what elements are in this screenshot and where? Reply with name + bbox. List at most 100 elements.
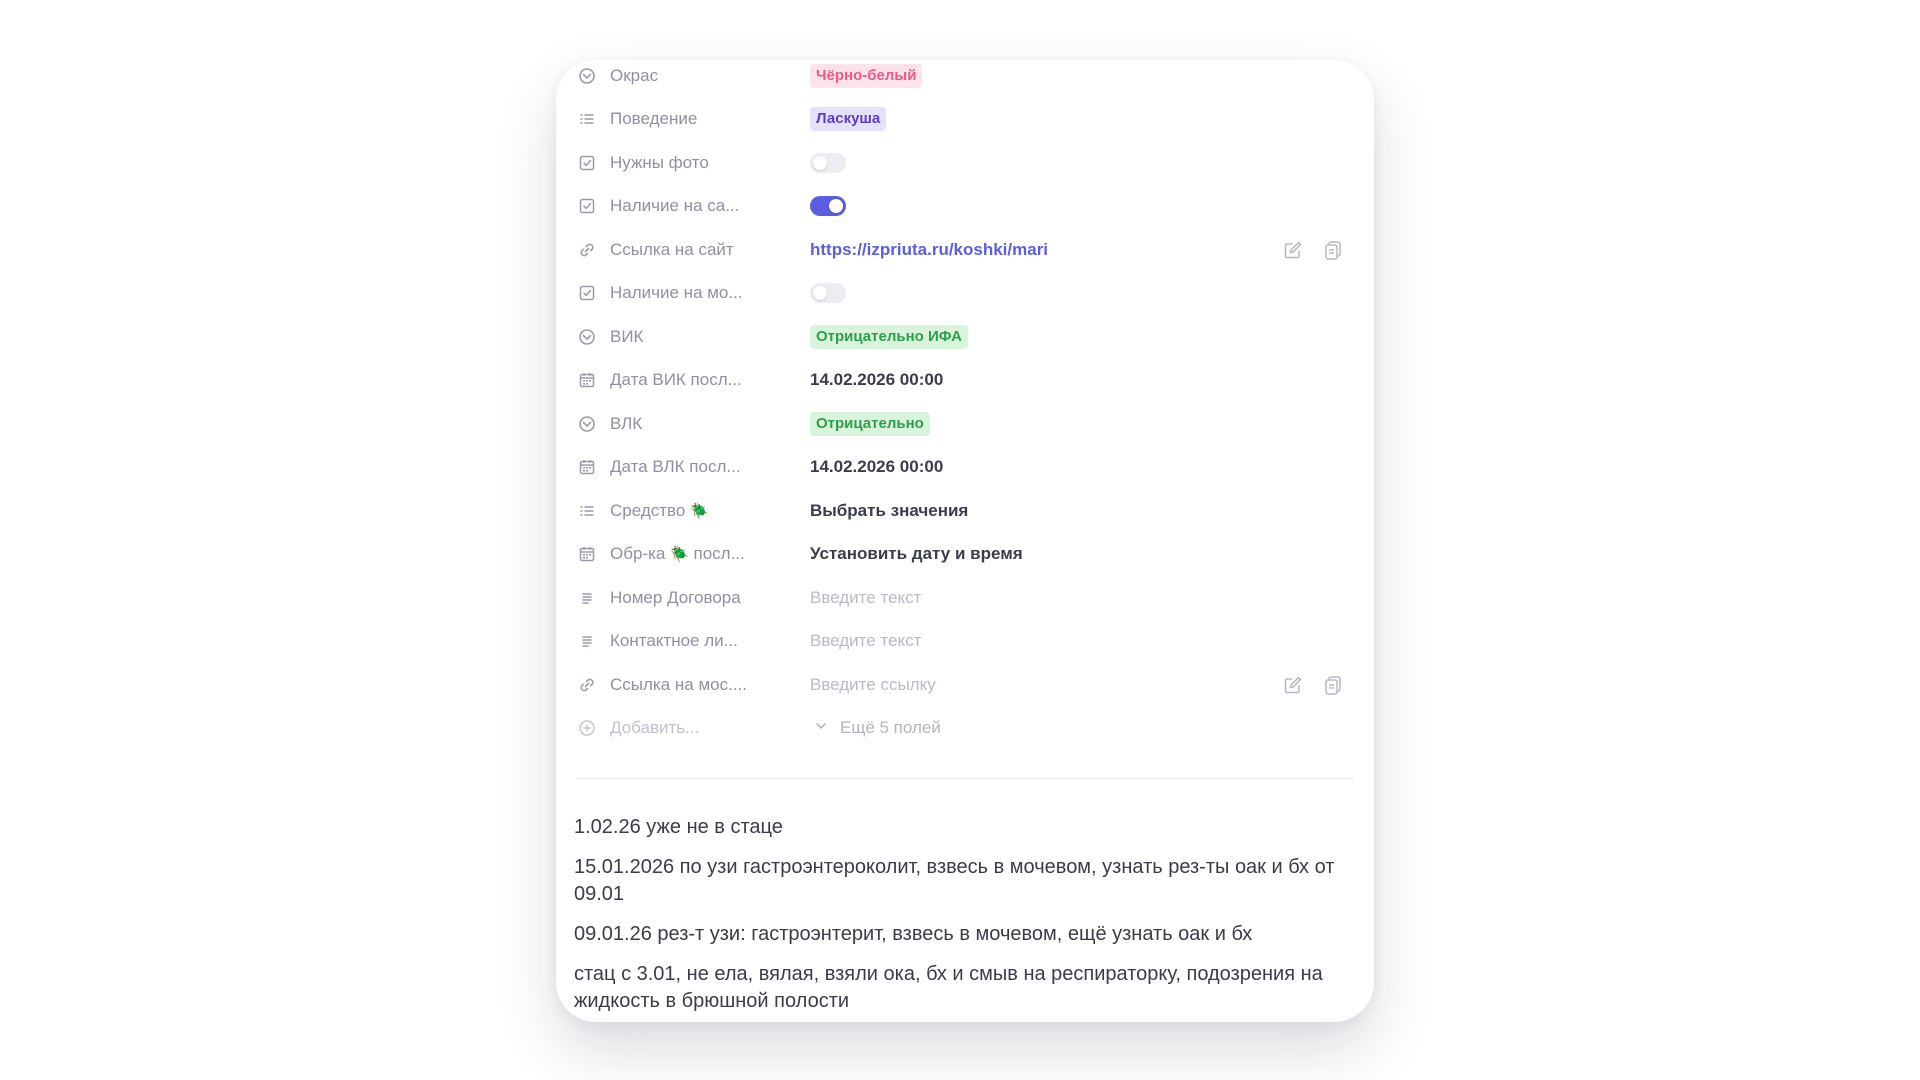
field-label: ВЛК <box>610 413 643 433</box>
link-actions <box>1282 239 1344 261</box>
field-label: Окрас <box>610 65 659 85</box>
field-row-vik[interactable]: ВИК Отрицательно ИФА <box>576 315 1354 359</box>
contact-input[interactable]: Введите текст <box>810 631 921 651</box>
field-value <box>810 196 1354 217</box>
field-label: Ссылка на мос.... <box>610 674 748 694</box>
vlk-tag[interactable]: Отрицательно <box>810 411 930 436</box>
on-mo-toggle[interactable] <box>810 283 846 304</box>
plus-circle-icon[interactable] <box>576 717 598 739</box>
field-value[interactable]: 14.02.2026 00:00 <box>810 457 1354 477</box>
checkbox-icon <box>576 152 598 174</box>
checkbox-icon <box>576 195 598 217</box>
field-label-text: Средство <box>610 500 686 520</box>
field-label: Нужны фото <box>610 152 709 172</box>
field-list: Окрас Чёрно-белый Поведение Ласкуша Нужн… <box>576 60 1354 750</box>
note-paragraph: 1.02.26 уже не в стаце <box>574 816 783 838</box>
field-value[interactable]: Введите текст <box>810 588 1354 608</box>
site-link[interactable]: https://izpriuta.ru/koshki/mari <box>810 240 1048 260</box>
checkbox-icon <box>576 282 598 304</box>
field-row-on-site[interactable]: Наличие на са... <box>576 185 1354 229</box>
color-tag[interactable]: Чёрно-белый <box>810 63 923 88</box>
field-row-behavior[interactable]: Поведение Ласкуша <box>576 98 1354 142</box>
field-row-okras[interactable]: Окрас Чёрно-белый <box>576 60 1354 98</box>
note-paragraph: 15.01.2026 по узи гастроэнтероколит, взв… <box>574 856 1335 905</box>
add-field-button[interactable]: Добавить... <box>610 718 770 738</box>
link-icon <box>576 239 598 261</box>
field-value[interactable]: Чёрно-белый <box>810 63 1354 88</box>
field-label: Дата ВЛК посл... <box>610 457 741 477</box>
field-row-contract[interactable]: Номер Договора Введите текст <box>576 576 1354 620</box>
field-value <box>810 283 1354 304</box>
field-value[interactable]: Введите текст <box>810 631 1354 651</box>
edit-icon[interactable] <box>1282 239 1304 261</box>
more-fields-label: Ещё 5 полей <box>840 718 941 738</box>
field-label-text: Обр-ка <box>610 544 666 564</box>
more-fields-toggle[interactable]: Ещё 5 полей <box>810 718 941 738</box>
note-paragraph: стац с 3.01, не ела, вялая, взяли ока, б… <box>574 963 1323 1012</box>
field-label: Наличие на са... <box>610 196 740 216</box>
vik-date-value[interactable]: 14.02.2026 00:00 <box>810 370 943 390</box>
status-icon <box>576 65 598 87</box>
link-icon <box>576 674 598 696</box>
record-card: Окрас Чёрно-белый Поведение Ласкуша Нужн… <box>556 60 1374 1022</box>
vlk-date-value[interactable]: 14.02.2026 00:00 <box>810 457 943 477</box>
field-label: ВИК <box>610 326 644 346</box>
field-row-on-mo[interactable]: Наличие на мо... <box>576 272 1354 316</box>
beetle-icon: 🪲 <box>690 502 709 520</box>
field-label: Наличие на мо... <box>610 283 743 303</box>
remedy-select[interactable]: Выбрать значения <box>810 501 968 521</box>
field-row-remedy[interactable]: Средство 🪲 Выбрать значения <box>576 489 1354 533</box>
field-value[interactable]: Отрицательно <box>810 411 1354 436</box>
field-row-contact[interactable]: Контактное ли... Введите текст <box>576 620 1354 664</box>
vik-tag[interactable]: Отрицательно ИФА <box>810 324 969 349</box>
field-label: Ссылка на сайт <box>610 239 734 259</box>
calendar-icon <box>576 456 598 478</box>
status-icon <box>576 326 598 348</box>
field-label: Контактное ли... <box>610 631 738 651</box>
list-icon <box>576 108 598 130</box>
field-label-suffix: посл... <box>693 544 745 564</box>
field-value: https://izpriuta.ru/koshki/mari <box>810 240 1354 260</box>
beetle-icon: 🪲 <box>670 546 689 564</box>
field-row-add: Добавить... Ещё 5 полей <box>576 707 1354 751</box>
list-icon <box>576 500 598 522</box>
calendar-icon <box>576 543 598 565</box>
field-row-mos-link[interactable]: Ссылка на мос.... Введите ссылку <box>576 663 1354 707</box>
edit-icon[interactable] <box>1282 674 1304 696</box>
field-value <box>810 152 1354 173</box>
on-site-toggle[interactable] <box>810 196 846 217</box>
field-value[interactable]: Выбрать значения <box>810 501 1354 521</box>
field-row-site-link[interactable]: Ссылка на сайт https://izpriuta.ru/koshk… <box>576 228 1354 272</box>
notes-block[interactable]: 1.02.26 уже не в стаце 15.01.2026 по узи… <box>574 814 1350 1022</box>
field-value[interactable]: Отрицательно ИФА <box>810 324 1354 349</box>
contract-input[interactable]: Введите текст <box>810 588 921 608</box>
field-value[interactable]: Установить дату и время <box>810 544 1354 564</box>
field-value[interactable]: Ласкуша <box>810 107 1354 132</box>
calendar-icon <box>576 369 598 391</box>
field-label: Обр-ка 🪲 посл... <box>610 544 770 564</box>
behavior-tag[interactable]: Ласкуша <box>810 107 887 132</box>
mos-link-input[interactable]: Введите ссылку <box>810 675 936 695</box>
field-row-treatment[interactable]: Обр-ка 🪲 посл... Установить дату и время <box>576 533 1354 577</box>
field-label: Номер Договора <box>610 587 741 607</box>
chevron-down-icon <box>814 718 828 738</box>
link-actions <box>1282 674 1344 696</box>
field-value[interactable]: 14.02.2026 00:00 <box>810 370 1354 390</box>
field-label: Поведение <box>610 109 698 129</box>
note-paragraph: 09.01.26 рез-т узи: гастроэнтерит, взвес… <box>574 923 1253 945</box>
need-photo-toggle[interactable] <box>810 152 846 173</box>
field-row-vlk-date[interactable]: Дата ВЛК посл... 14.02.2026 00:00 <box>576 446 1354 490</box>
treatment-date-picker[interactable]: Установить дату и время <box>810 544 1023 564</box>
field-value[interactable]: Введите ссылку <box>810 675 1354 695</box>
field-label: Средство 🪲 <box>610 501 770 521</box>
field-row-need-photo[interactable]: Нужны фото <box>576 141 1354 185</box>
text-icon <box>576 630 598 652</box>
copy-icon[interactable] <box>1322 239 1344 261</box>
copy-icon[interactable] <box>1322 674 1344 696</box>
text-icon <box>576 587 598 609</box>
field-row-vlk[interactable]: ВЛК Отрицательно <box>576 402 1354 446</box>
field-row-vik-date[interactable]: Дата ВИК посл... 14.02.2026 00:00 <box>576 359 1354 403</box>
divider <box>576 778 1354 779</box>
more-fields[interactable]: Ещё 5 полей <box>810 718 1354 738</box>
status-icon <box>576 413 598 435</box>
